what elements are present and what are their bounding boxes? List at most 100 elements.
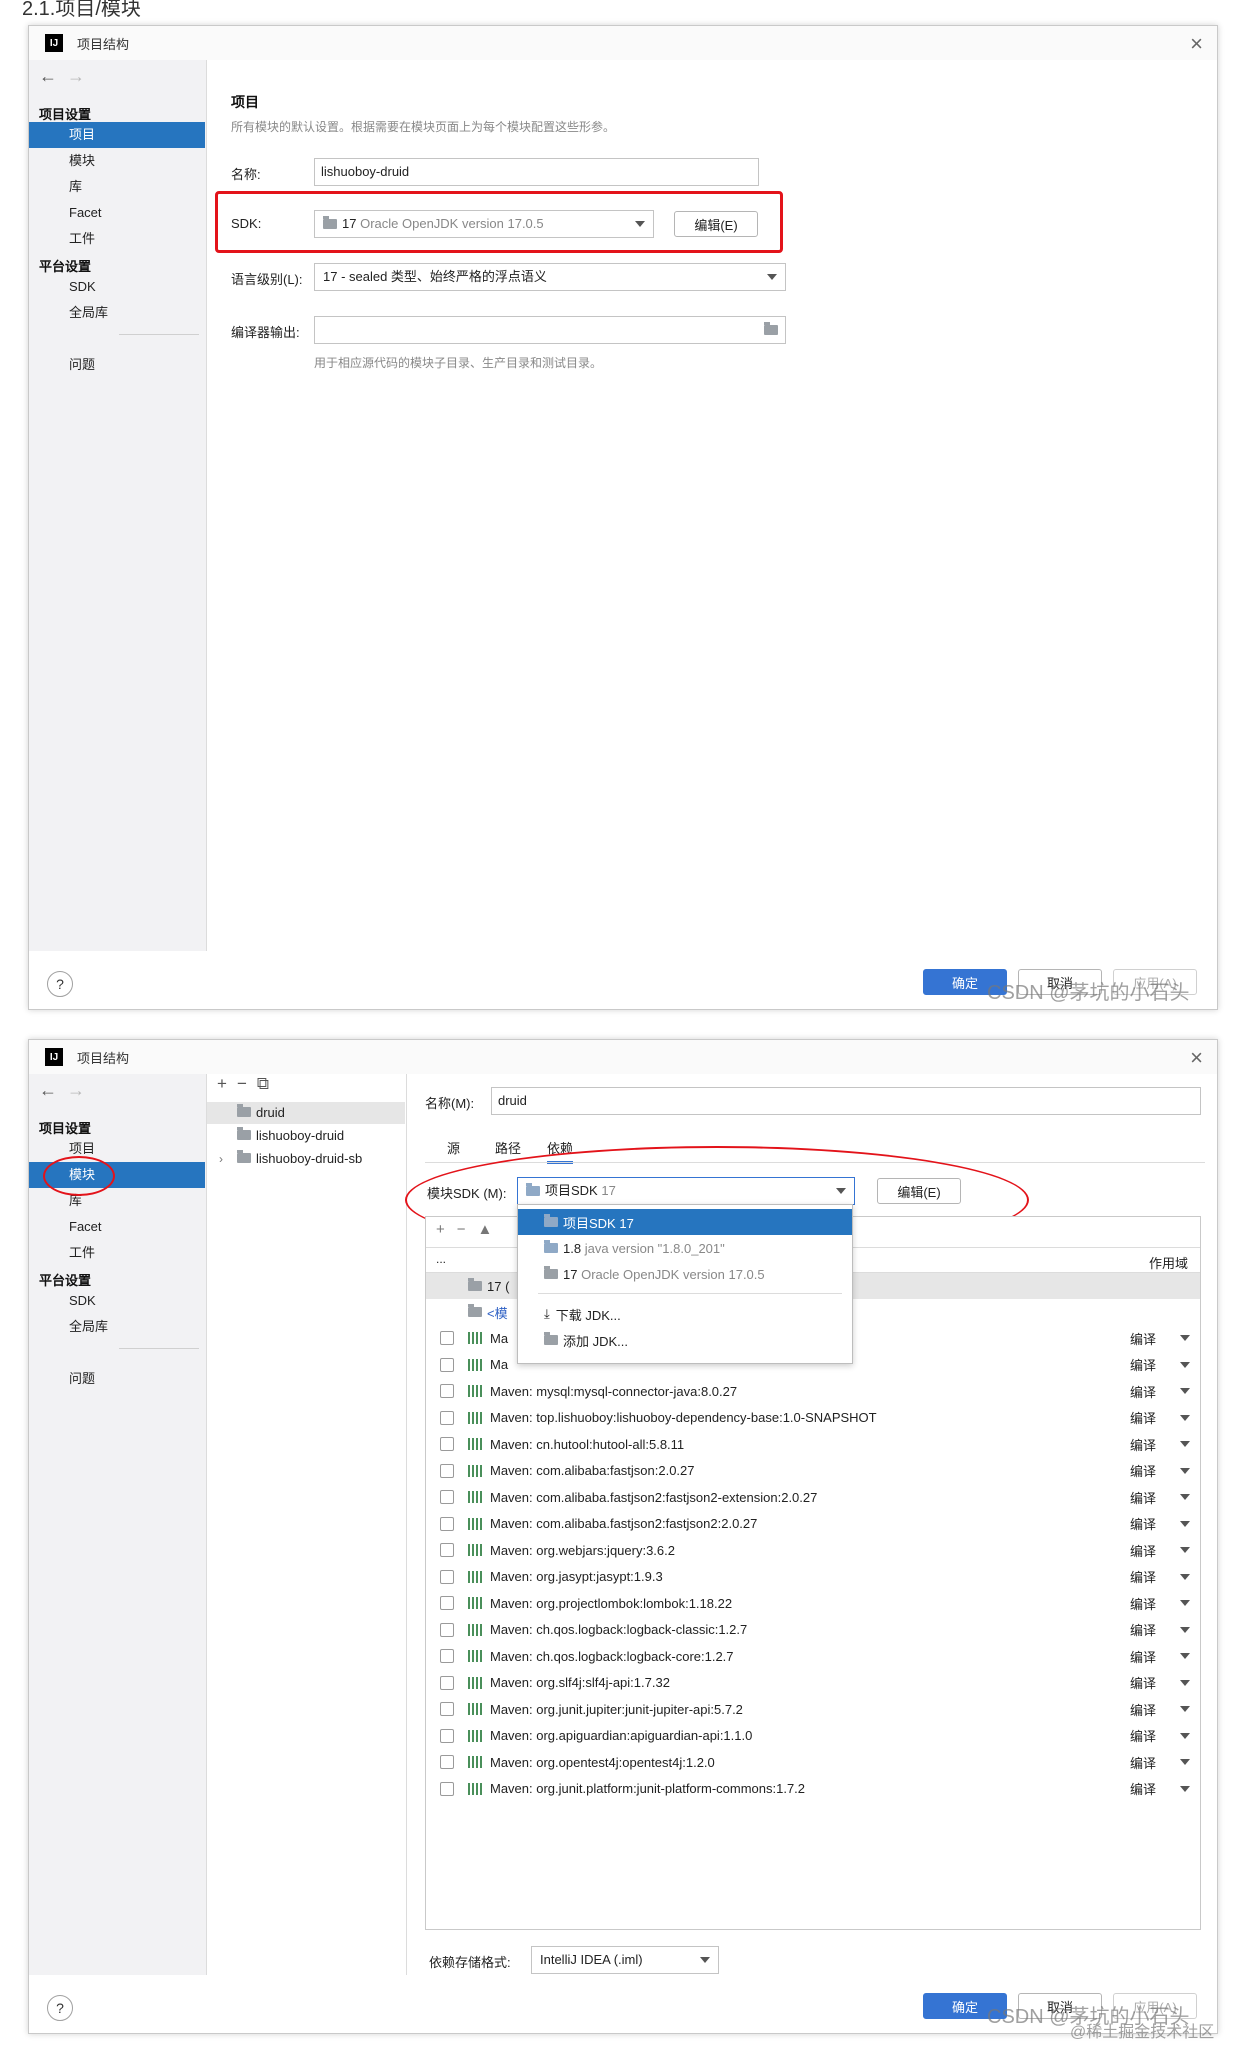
- dependency-row[interactable]: Maven: org.junit.jupiter:junit-jupiter-a…: [426, 1696, 1200, 1722]
- sidebar-item-global-libraries[interactable]: 全局库: [29, 1314, 205, 1340]
- scope-value[interactable]: 编译: [1130, 1488, 1156, 1507]
- scope-value[interactable]: 编译: [1130, 1382, 1156, 1401]
- chevron-down-icon[interactable]: [1180, 1414, 1190, 1421]
- chevron-down-icon[interactable]: [1180, 1388, 1190, 1394]
- module-name-field[interactable]: druid: [491, 1087, 1201, 1115]
- scope-value[interactable]: 编译: [1130, 1541, 1156, 1560]
- dropdown-item-project-sdk[interactable]: 项目SDK 17: [518, 1209, 852, 1235]
- export-checkbox[interactable]: [440, 1675, 454, 1690]
- chevron-down-icon[interactable]: [1180, 1467, 1190, 1474]
- back-arrow-icon[interactable]: ←: [39, 1080, 67, 1100]
- tree-item[interactable]: lishuoboy-druid: [207, 1125, 405, 1147]
- dependency-row[interactable]: Maven: com.alibaba.fastjson2:fastjson2-e…: [426, 1484, 1200, 1510]
- export-checkbox[interactable]: [440, 1596, 454, 1610]
- export-checkbox[interactable]: [440, 1569, 454, 1584]
- storage-format-combo[interactable]: IntelliJ IDEA (.iml): [531, 1946, 719, 1974]
- module-sdk-combo[interactable]: 项目SDK 17: [517, 1177, 855, 1205]
- chevron-down-icon[interactable]: [1180, 1361, 1190, 1368]
- forward-arrow-icon[interactable]: →: [67, 1080, 95, 1100]
- export-checkbox[interactable]: [440, 1755, 454, 1769]
- scope-value[interactable]: 编译: [1130, 1726, 1156, 1745]
- chevron-down-icon[interactable]: [1180, 1494, 1190, 1500]
- scope-value[interactable]: 编译: [1130, 1408, 1156, 1427]
- tree-item[interactable]: › lishuoboy-druid-sb: [207, 1148, 405, 1170]
- scope-value[interactable]: 编译: [1130, 1700, 1156, 1719]
- export-checkbox[interactable]: [440, 1331, 454, 1345]
- dependency-row[interactable]: Maven: ch.qos.logback:logback-classic:1.…: [426, 1617, 1200, 1643]
- close-icon[interactable]: ×: [1190, 1045, 1203, 1071]
- browse-folder-icon[interactable]: [764, 322, 778, 338]
- help-button[interactable]: ?: [47, 971, 73, 997]
- compiler-output-field[interactable]: [314, 316, 786, 344]
- chevron-down-icon[interactable]: [1180, 1573, 1190, 1580]
- back-arrow-icon[interactable]: ←: [39, 66, 67, 86]
- remove-icon[interactable]: −: [457, 1221, 478, 1238]
- export-checkbox[interactable]: [440, 1543, 454, 1557]
- chevron-down-icon[interactable]: [1180, 1785, 1190, 1792]
- scope-value[interactable]: 编译: [1130, 1753, 1156, 1772]
- dependency-row[interactable]: Maven: org.opentest4j:opentest4j:1.2.0 编译: [426, 1749, 1200, 1775]
- sidebar-item-sdks[interactable]: SDK: [29, 274, 205, 300]
- add-icon[interactable]: +: [436, 1221, 457, 1238]
- scope-value[interactable]: 编译: [1130, 1779, 1156, 1798]
- sidebar-item-project[interactable]: 项目: [29, 1136, 205, 1162]
- chevron-down-icon[interactable]: [1180, 1441, 1190, 1447]
- scope-value[interactable]: 编译: [1130, 1435, 1156, 1454]
- chevron-down-icon[interactable]: [1180, 1626, 1190, 1633]
- export-checkbox[interactable]: [440, 1384, 454, 1398]
- chevron-down-icon[interactable]: [1180, 1679, 1190, 1686]
- chevron-down-icon[interactable]: [1180, 1653, 1190, 1659]
- chevron-down-icon[interactable]: [1180, 1547, 1190, 1553]
- scope-value[interactable]: 编译: [1130, 1620, 1156, 1639]
- scope-value[interactable]: 编译: [1130, 1567, 1156, 1586]
- dependency-row[interactable]: Maven: org.slf4j:slf4j-api:1.7.32 编译: [426, 1670, 1200, 1696]
- scope-value[interactable]: 编译: [1130, 1673, 1156, 1692]
- tab-sources[interactable]: 源: [447, 1138, 460, 1157]
- module-sdk-edit-button[interactable]: 编辑(E): [877, 1178, 961, 1204]
- sidebar-item-facets[interactable]: Facet: [29, 200, 205, 226]
- sidebar-item-project[interactable]: 项目: [29, 122, 205, 148]
- dropdown-item-jdk-1-8[interactable]: 1.8 java version "1.8.0_201": [518, 1235, 852, 1261]
- scope-value[interactable]: 编译: [1130, 1329, 1156, 1348]
- chevron-down-icon[interactable]: [1180, 1335, 1190, 1341]
- tab-paths[interactable]: 路径: [495, 1138, 521, 1157]
- scope-value[interactable]: 编译: [1130, 1355, 1156, 1374]
- export-checkbox[interactable]: [440, 1516, 454, 1531]
- export-checkbox[interactable]: [440, 1622, 454, 1637]
- dependency-row[interactable]: Maven: org.projectlombok:lombok:1.18.22 编…: [426, 1590, 1200, 1616]
- export-checkbox[interactable]: [440, 1357, 454, 1372]
- sidebar-item-problems[interactable]: 问题: [29, 352, 205, 378]
- dropdown-item-jdk-17[interactable]: 17 Oracle OpenJDK version 17.0.5: [518, 1261, 852, 1287]
- dependency-row[interactable]: Maven: top.lishuoboy:lishuoboy-dependenc…: [426, 1405, 1200, 1431]
- help-button[interactable]: ?: [47, 1995, 73, 2021]
- scope-value[interactable]: 编译: [1130, 1461, 1156, 1480]
- sidebar-item-facets[interactable]: Facet: [29, 1214, 205, 1240]
- dependency-row[interactable]: Maven: org.junit.platform:junit-platform…: [426, 1776, 1200, 1802]
- export-checkbox[interactable]: [440, 1490, 454, 1504]
- sdk-edit-button[interactable]: 编辑(E): [674, 211, 758, 237]
- add-icon[interactable]: +: [217, 1074, 237, 1093]
- remove-icon[interactable]: −: [237, 1074, 257, 1093]
- sidebar-item-artifacts[interactable]: 工件: [29, 226, 205, 252]
- sidebar-item-artifacts[interactable]: 工件: [29, 1240, 205, 1266]
- tree-item[interactable]: druid: [207, 1102, 405, 1124]
- scope-value[interactable]: 编译: [1130, 1514, 1156, 1533]
- export-checkbox[interactable]: [440, 1463, 454, 1478]
- sidebar-item-problems[interactable]: 问题: [29, 1366, 205, 1392]
- scope-value[interactable]: 编译: [1130, 1594, 1156, 1613]
- name-field[interactable]: lishuoboy-druid: [314, 158, 759, 186]
- dropdown-item-download-jdk[interactable]: ⤓ 下载 JDK...: [518, 1301, 852, 1327]
- close-icon[interactable]: ×: [1190, 31, 1203, 57]
- sidebar-item-libraries[interactable]: 库: [29, 1188, 205, 1214]
- chevron-right-icon[interactable]: ›: [219, 1148, 223, 1170]
- chevron-down-icon[interactable]: [1180, 1759, 1190, 1765]
- dependency-row[interactable]: Maven: org.webjars:jquery:3.6.2 编译: [426, 1537, 1200, 1563]
- export-checkbox[interactable]: [440, 1649, 454, 1663]
- sidebar-item-libraries[interactable]: 库: [29, 174, 205, 200]
- chevron-down-icon[interactable]: [1180, 1520, 1190, 1527]
- export-checkbox[interactable]: [440, 1728, 454, 1743]
- sdk-combo[interactable]: 17 Oracle OpenJDK version 17.0.5: [314, 210, 654, 238]
- dependency-row[interactable]: Maven: ch.qos.logback:logback-core:1.2.7…: [426, 1643, 1200, 1669]
- forward-arrow-icon[interactable]: →: [67, 66, 95, 86]
- move-up-icon[interactable]: ▲: [478, 1221, 505, 1238]
